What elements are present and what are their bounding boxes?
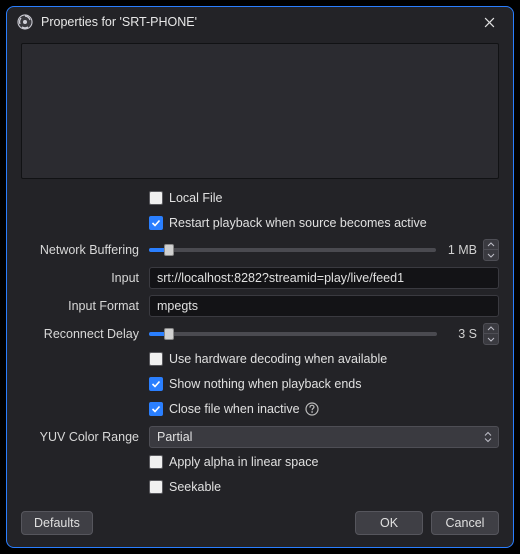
slider-thumb[interactable]: [164, 328, 174, 340]
chevron-down-icon[interactable]: [484, 334, 498, 344]
slider-thumb[interactable]: [164, 244, 174, 256]
hw-decode-label[interactable]: Use hardware decoding when available: [169, 352, 387, 366]
updown-icon: [484, 432, 492, 443]
reconnect-delay-stepper[interactable]: [483, 323, 499, 345]
help-icon[interactable]: [304, 401, 320, 417]
local-file-label[interactable]: Local File: [169, 191, 223, 205]
yuv-range-select[interactable]: Partial: [149, 426, 499, 448]
linear-alpha-checkbox[interactable]: [149, 455, 163, 469]
hw-decode-checkbox[interactable]: [149, 352, 163, 366]
chevron-down-icon[interactable]: [484, 250, 498, 260]
defaults-button[interactable]: Defaults: [21, 511, 93, 535]
preview-area: [21, 43, 499, 179]
yuv-range-value: Partial: [157, 430, 192, 444]
network-buffering-value: 1 MB: [444, 243, 481, 257]
show-nothing-checkbox[interactable]: [149, 377, 163, 391]
reconnect-delay-value: 3 S: [445, 327, 481, 341]
local-file-checkbox[interactable]: [149, 191, 163, 205]
close-icon: [484, 17, 495, 28]
reconnect-delay-label: Reconnect Delay: [21, 327, 149, 341]
app-icon: [15, 12, 35, 32]
input-field[interactable]: srt://localhost:8282?streamid=play/live/…: [149, 267, 499, 289]
seekable-label[interactable]: Seekable: [169, 480, 221, 494]
close-button[interactable]: [467, 8, 511, 36]
yuv-range-label: YUV Color Range: [21, 430, 149, 444]
seekable-checkbox[interactable]: [149, 480, 163, 494]
close-inactive-label[interactable]: Close file when inactive: [169, 402, 300, 416]
network-buffering-stepper[interactable]: [483, 239, 499, 261]
network-buffering-slider[interactable]: [149, 248, 436, 252]
linear-alpha-label[interactable]: Apply alpha in linear space: [169, 455, 318, 469]
ok-button[interactable]: OK: [355, 511, 423, 535]
chevron-up-icon[interactable]: [484, 240, 498, 250]
window-title: Properties for 'SRT-PHONE': [41, 15, 467, 29]
input-format-field[interactable]: mpegts: [149, 295, 499, 317]
reconnect-delay-slider[interactable]: [149, 332, 437, 336]
close-inactive-checkbox[interactable]: [149, 402, 163, 416]
restart-playback-checkbox[interactable]: [149, 216, 163, 230]
cancel-button[interactable]: Cancel: [431, 511, 499, 535]
input-label: Input: [21, 271, 149, 285]
show-nothing-label[interactable]: Show nothing when playback ends: [169, 377, 362, 391]
restart-playback-label[interactable]: Restart playback when source becomes act…: [169, 216, 427, 230]
chevron-up-icon[interactable]: [484, 324, 498, 334]
input-format-label: Input Format: [21, 299, 149, 313]
network-buffering-label: Network Buffering: [21, 243, 149, 257]
title-bar: Properties for 'SRT-PHONE': [7, 7, 513, 37]
